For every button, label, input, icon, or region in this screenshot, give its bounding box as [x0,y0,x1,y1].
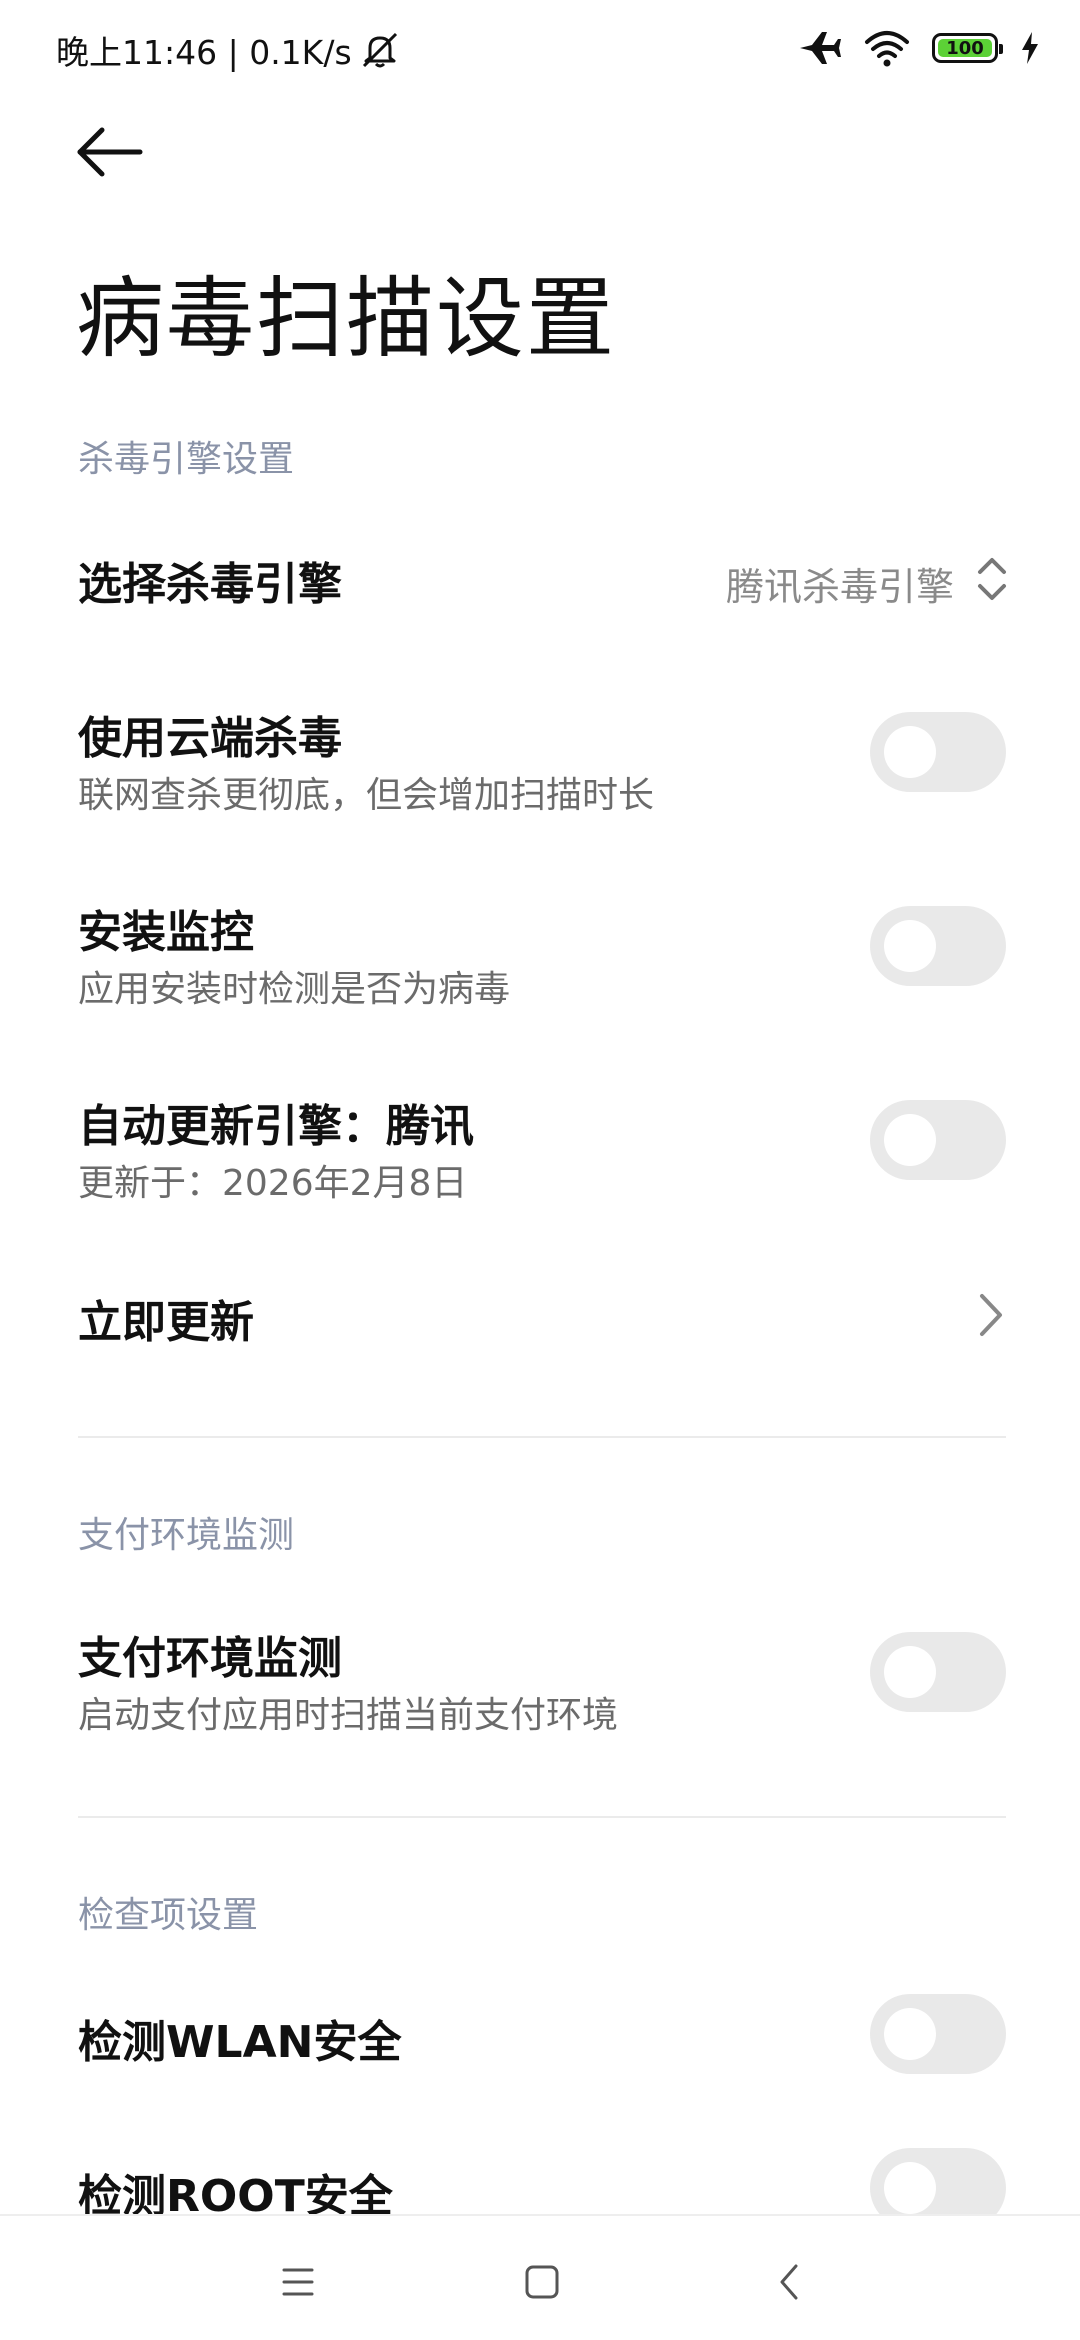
battery-indicator: 100 [932,33,1003,63]
wifi-icon [865,31,909,67]
status-time-speed: 晚上11:46 | 0.1K/s [56,33,352,72]
section-label-checks: 检查项设置 [78,1895,259,1936]
auto-update-title: 自动更新引擎：腾讯 [78,1101,474,1152]
chevron-right-icon [980,1294,1002,1336]
navigation-bar [0,2214,1080,2340]
install-monitor-title: 安装监控 [78,907,254,958]
status-left: 晚上11:46 | 0.1K/s [56,26,402,74]
wlan-check-title: 检测WLAN安全 [78,2017,402,2068]
payment-monitor-subtitle: 启动支付应用时扫描当前支付环境 [78,1695,619,1736]
auto-update-subtitle: 更新于：2026年2月8日 [78,1163,468,1204]
arrow-left-icon [77,127,143,177]
battery-level: 100 [946,37,984,59]
auto-update-toggle[interactable] [870,1100,1006,1180]
section-label-payment: 支付环境监测 [78,1515,295,1556]
status-right: 100 [798,26,1040,70]
section-label-engine: 杀毒引擎设置 [78,439,295,480]
status-bar: 晚上11:46 | 0.1K/s 100 [0,0,1080,96]
wlan-check-toggle[interactable] [870,1994,1006,2074]
bell-off-icon [362,32,397,68]
install-monitor-subtitle: 应用安装时检测是否为病毒 [78,969,511,1010]
cloud-scan-toggle[interactable] [870,712,1006,792]
select-engine-value: 腾讯杀毒引擎 [725,565,954,609]
divider [78,1816,1006,1818]
payment-monitor-title: 支付环境监测 [78,1633,342,1684]
update-now-title: 立即更新 [78,1297,254,1348]
bolt-icon [1022,32,1038,64]
menu-icon[interactable] [278,2262,318,2302]
select-engine-title: 选择杀毒引擎 [78,559,342,610]
cloud-scan-title: 使用云端杀毒 [78,713,342,764]
airplane-icon [800,32,841,64]
payment-monitor-toggle[interactable] [870,1632,1006,1712]
home-square-icon[interactable] [522,2262,562,2302]
cloud-scan-subtitle: 联网查杀更彻底，但会增加扫描时长 [78,775,655,816]
install-monitor-toggle[interactable] [870,906,1006,986]
page-title: 病毒扫描设置 [76,267,617,370]
nav-back-icon[interactable] [770,2262,810,2302]
up-down-arrows-icon [978,558,1006,600]
back-button[interactable] [72,120,152,184]
divider [78,1436,1006,1438]
